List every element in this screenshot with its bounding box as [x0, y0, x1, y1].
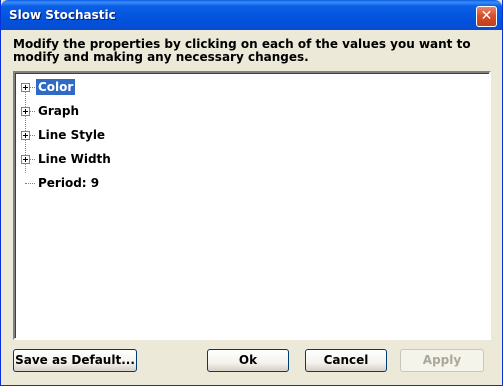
tree-item-label[interactable]: Line Style [36, 127, 107, 143]
tree-item-label[interactable]: Color [36, 79, 76, 95]
title-bar[interactable]: Slow Stochastic ✕ [1, 0, 502, 30]
tree-item-label[interactable]: Period: 9 [36, 175, 101, 191]
tree-item-line-width[interactable]: Line Width [15, 149, 485, 169]
instructions-text: Modify the properties by clicking on eac… [13, 37, 471, 64]
tree-item-period[interactable]: Period: 9 [15, 173, 485, 193]
expand-plus-icon[interactable] [21, 131, 30, 140]
dialog-window: Slow Stochastic ✕ Modify the properties … [0, 0, 503, 386]
tree-item-label[interactable]: Graph [36, 103, 81, 119]
apply-button[interactable]: Apply [400, 349, 484, 372]
close-icon: ✕ [480, 8, 493, 24]
expand-plus-icon[interactable] [21, 155, 30, 164]
expand-plus-icon[interactable] [21, 83, 30, 92]
expand-plus-icon[interactable] [21, 107, 30, 116]
window-title: Slow Stochastic [9, 8, 116, 22]
tree-item-graph[interactable]: Graph [15, 101, 485, 121]
tree-item-line-style[interactable]: Line Style [15, 125, 485, 145]
close-button[interactable]: ✕ [476, 6, 497, 27]
cancel-button[interactable]: Cancel [305, 349, 387, 372]
tree-branch-line [25, 183, 35, 184]
ok-button[interactable]: Ok [207, 349, 289, 372]
tree-item-label[interactable]: Line Width [36, 151, 113, 167]
property-tree[interactable]: Color Graph Line Style Line Width Period… [13, 71, 491, 340]
save-as-default-button[interactable]: Save as Default... [13, 349, 137, 372]
tree-item-color[interactable]: Color [15, 77, 485, 97]
